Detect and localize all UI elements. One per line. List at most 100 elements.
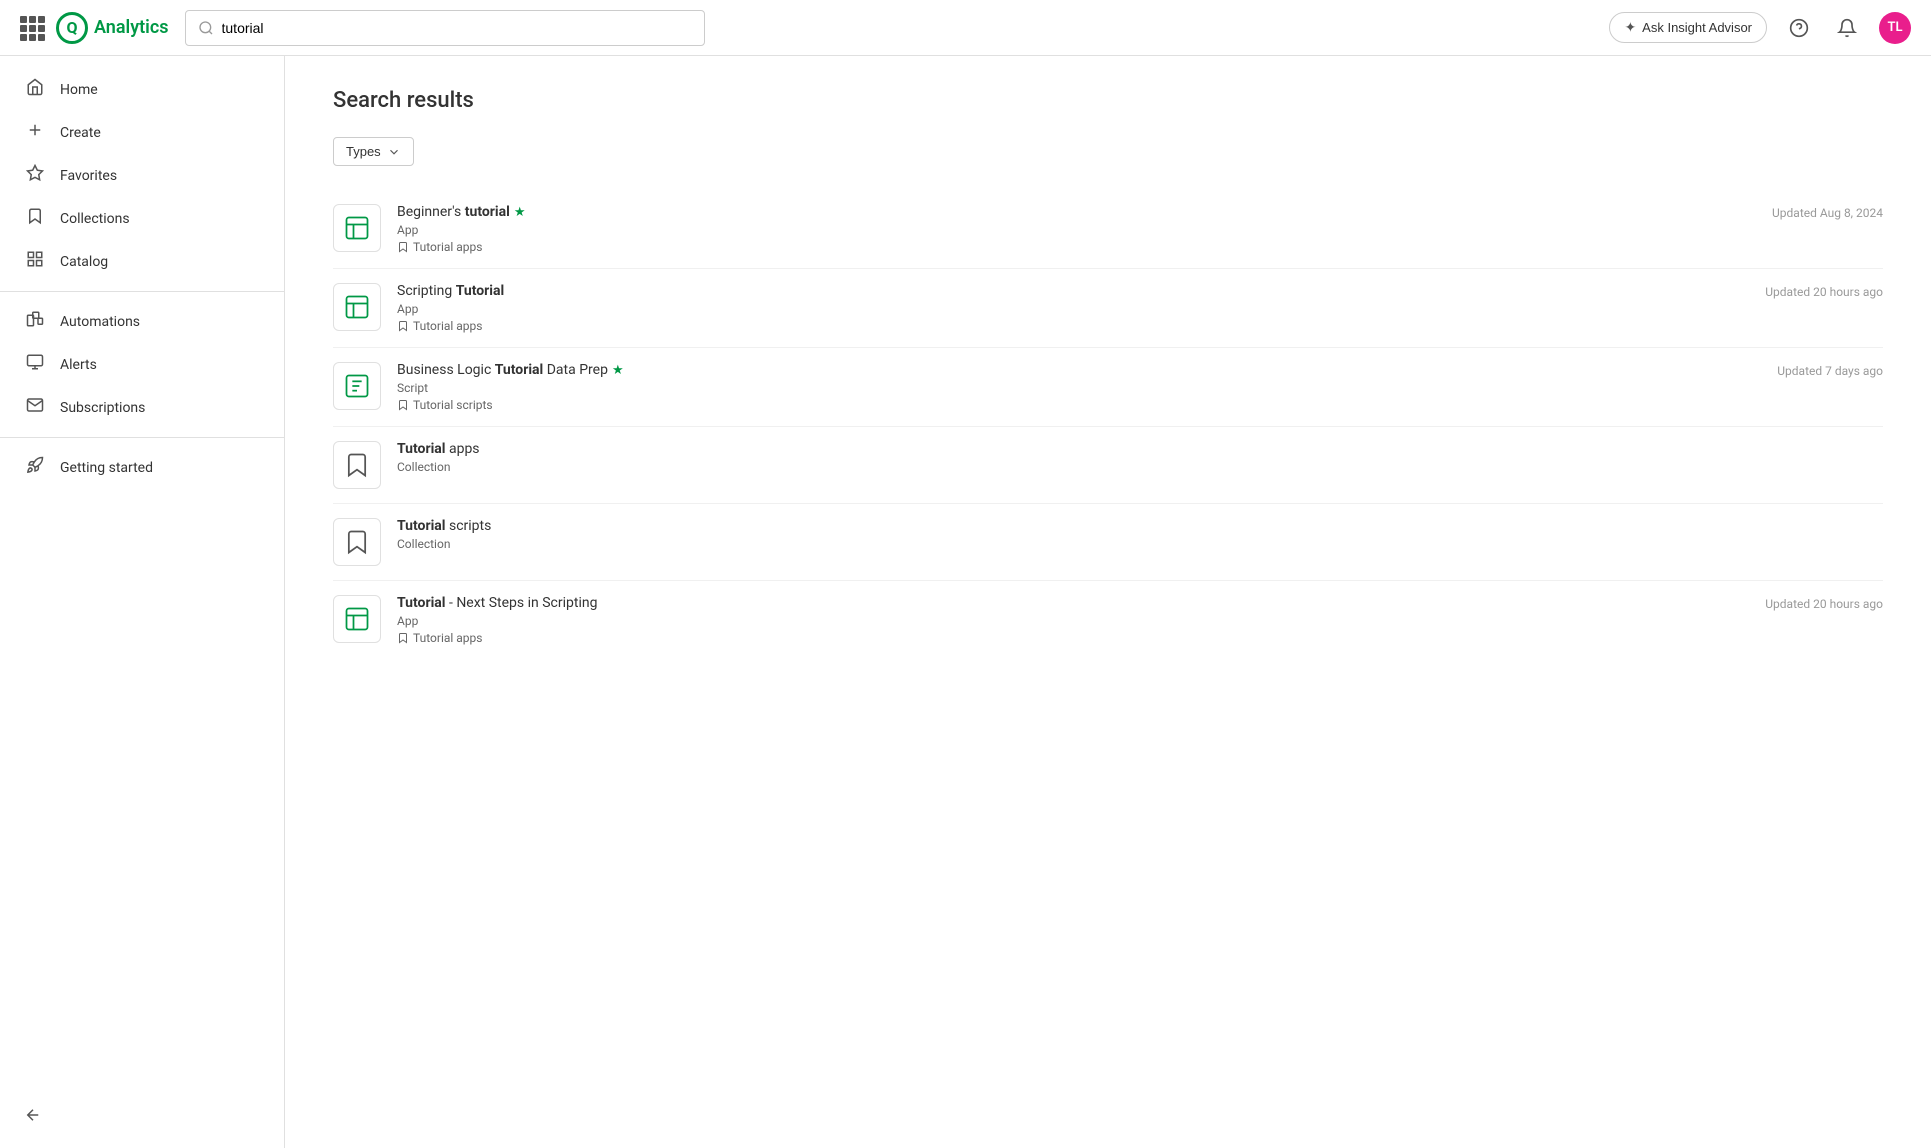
result-title-2: Scripting Tutorial — [397, 283, 1749, 299]
result-collection-2: Tutorial apps — [397, 319, 1749, 333]
avatar[interactable]: TL — [1879, 12, 1911, 44]
alerts-icon — [24, 353, 46, 376]
collapse-button[interactable] — [24, 1106, 260, 1124]
result-title-5: Tutorial scripts — [397, 518, 1867, 534]
result-item-5[interactable]: Tutorial scripts Collection — [333, 504, 1883, 581]
sidebar-label-favorites: Favorites — [60, 168, 117, 184]
sidebar-item-automations[interactable]: Automations — [0, 300, 284, 343]
help-button[interactable] — [1783, 12, 1815, 44]
result-info-5: Tutorial scripts Collection — [397, 518, 1867, 554]
search-bar[interactable] — [185, 10, 705, 46]
sidebar-item-subscriptions[interactable]: Subscriptions — [0, 386, 284, 429]
subscriptions-icon — [24, 396, 46, 419]
rocket-icon — [24, 456, 46, 479]
title-highlight-2: Tutorial — [456, 283, 505, 299]
automations-icon — [24, 310, 46, 333]
sidebar-item-favorites[interactable]: Favorites — [0, 154, 284, 197]
filter-row: Types — [333, 137, 1883, 166]
result-info-6: Tutorial - Next Steps in Scripting App T… — [397, 595, 1749, 645]
search-icon — [198, 20, 214, 36]
result-info-3: Business Logic Tutorial Data Prep★ Scrip… — [397, 362, 1761, 412]
title-highlight-1: tutorial — [465, 204, 510, 220]
title-prefix-3: Business Logic — [397, 362, 495, 378]
app-name: Analytics — [94, 17, 169, 38]
result-icon-script-3 — [333, 362, 381, 410]
result-type-6: App — [397, 614, 1749, 628]
result-info-4: Tutorial apps Collection — [397, 441, 1867, 477]
main-layout: Home Create Favorites Collections Catalo… — [0, 56, 1931, 1148]
result-icon-app-1 — [333, 204, 381, 252]
result-meta-6: Updated 20 hours ago — [1765, 595, 1883, 611]
types-filter-button[interactable]: Types — [333, 137, 414, 166]
result-collection-1: Tutorial apps — [397, 240, 1756, 254]
sidebar-item-getting-started[interactable]: Getting started — [0, 446, 284, 489]
result-collection-3: Tutorial scripts — [397, 398, 1761, 412]
result-title-4: Tutorial apps — [397, 441, 1867, 457]
result-item-4[interactable]: Tutorial apps Collection — [333, 427, 1883, 504]
sidebar-label-alerts: Alerts — [60, 357, 97, 373]
collection-name-1: Tutorial apps — [413, 240, 482, 254]
result-type-5: Collection — [397, 537, 1867, 551]
title-prefix-1: Beginner's — [397, 204, 465, 220]
star-badge-3: ★ — [612, 363, 624, 378]
sidebar-label-home: Home — [60, 82, 98, 98]
result-item-2[interactable]: Scripting Tutorial App Tutorial apps Upd… — [333, 269, 1883, 348]
result-type-4: Collection — [397, 460, 1867, 474]
sidebar-item-alerts[interactable]: Alerts — [0, 343, 284, 386]
header: Q Analytics ✦ Ask Insight Advisor TL — [0, 0, 1931, 56]
grid-menu-icon[interactable] — [20, 16, 44, 40]
collection-name-2: Tutorial apps — [413, 319, 482, 333]
result-icon-collection-5 — [333, 518, 381, 566]
sidebar-divider-2 — [0, 437, 284, 438]
chevron-down-icon — [387, 145, 401, 159]
collection-name-6: Tutorial apps — [413, 631, 482, 645]
help-icon — [1789, 18, 1809, 38]
collapse-icon — [24, 1106, 42, 1124]
bookmark-icon-3 — [397, 399, 409, 411]
bookmark-icon-2 — [397, 320, 409, 332]
sidebar-label-subscriptions: Subscriptions — [60, 400, 145, 416]
header-left: Q Analytics — [20, 12, 169, 44]
content-area: Search results Types Beginner's tutorial… — [285, 56, 1931, 1148]
types-filter-label: Types — [346, 144, 381, 159]
result-icon-app-6 — [333, 595, 381, 643]
collections-icon — [24, 207, 46, 230]
insight-label: Ask Insight Advisor — [1642, 20, 1752, 35]
result-info-1: Beginner's tutorial★ App Tutorial apps — [397, 204, 1756, 254]
star-icon — [24, 164, 46, 187]
qlik-logo: Q Analytics — [56, 12, 169, 44]
bookmark-icon-6 — [397, 632, 409, 644]
sidebar-label-collections: Collections — [60, 211, 130, 227]
result-item-1[interactable]: Beginner's tutorial★ App Tutorial apps U… — [333, 190, 1883, 269]
title-suffix-3: Data Prep — [543, 362, 608, 378]
result-meta-1: Updated Aug 8, 2024 — [1772, 204, 1883, 220]
home-icon — [24, 78, 46, 101]
sidebar-item-collections[interactable]: Collections — [0, 197, 284, 240]
title-highlight-6: Tutorial — [397, 595, 446, 611]
result-collection-6: Tutorial apps — [397, 631, 1749, 645]
title-highlight-3: Tutorial — [495, 362, 544, 378]
sidebar-item-home[interactable]: Home — [0, 68, 284, 111]
sidebar-item-catalog[interactable]: Catalog — [0, 240, 284, 283]
search-input[interactable] — [222, 20, 692, 36]
plus-icon — [24, 121, 46, 144]
notifications-button[interactable] — [1831, 12, 1863, 44]
catalog-icon — [24, 250, 46, 273]
result-type-1: App — [397, 223, 1756, 237]
sidebar-label-create: Create — [60, 125, 101, 141]
result-title-3: Business Logic Tutorial Data Prep ★ — [397, 362, 1761, 378]
result-item-3[interactable]: Business Logic Tutorial Data Prep★ Scrip… — [333, 348, 1883, 427]
sidebar-item-create[interactable]: Create — [0, 111, 284, 154]
result-item-6[interactable]: Tutorial - Next Steps in Scripting App T… — [333, 581, 1883, 659]
title-highlight-5: Tutorial — [397, 518, 446, 534]
sparkle-icon: ✦ — [1624, 19, 1636, 36]
bookmark-icon-1 — [397, 241, 409, 253]
sidebar: Home Create Favorites Collections Catalo… — [0, 56, 285, 1148]
title-prefix-2: Scripting — [397, 283, 456, 299]
bell-icon — [1837, 18, 1857, 38]
result-icon-app-2 — [333, 283, 381, 331]
result-icon-collection-4 — [333, 441, 381, 489]
qlik-q-icon: Q — [56, 12, 88, 44]
title-suffix-4: apps — [446, 441, 480, 457]
insight-advisor-button[interactable]: ✦ Ask Insight Advisor — [1609, 12, 1767, 43]
